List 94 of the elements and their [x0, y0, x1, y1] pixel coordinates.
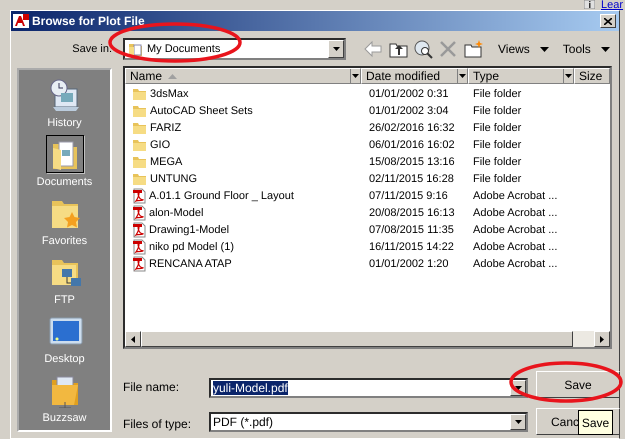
pdf-file-icon [132, 222, 146, 238]
table-cell-text: 20/08/2015 16:13 [368, 206, 456, 218]
caret-icon [332, 47, 340, 51]
file-name[interactable]: niko pd Model (1) [149, 240, 234, 252]
table-cell-text: Adobe Acrobat ... [472, 190, 558, 202]
caret-icon[interactable] [540, 46, 549, 52]
save-button[interactable]: Save [536, 371, 620, 398]
search-icon [412, 39, 434, 59]
table-cell-text: Adobe Acrobat ... [472, 224, 558, 236]
folder-icon [132, 103, 147, 118]
table-cell-text: 01/01/2002 0:31 [368, 88, 450, 100]
caret-icon [514, 386, 522, 390]
back-arrow-icon [362, 39, 384, 59]
file-name[interactable]: MEGA [150, 156, 182, 168]
pdf-file-icon [132, 238, 146, 254]
table-cell-text: File folder [472, 104, 522, 116]
table-cell-text: 01/01/2002 1:20 [368, 258, 450, 270]
column-header[interactable]: Type [468, 68, 574, 84]
info-icon [584, 0, 595, 9]
pdf-file-icon [132, 204, 146, 220]
toolbar-button[interactable] [462, 39, 484, 59]
file-name[interactable]: RENCANA ATAP [149, 258, 232, 270]
dropdown-value: PDF (*.pdf) [212, 414, 274, 428]
places-item[interactable]: FTP [24, 253, 104, 312]
folder-icon [132, 86, 147, 101]
column-header[interactable]: Date modified [361, 68, 468, 84]
save-in-dropdown[interactable]: My Documents [123, 38, 346, 60]
places-item[interactable]: History [24, 76, 104, 135]
scroll-right-button[interactable] [594, 331, 610, 347]
table-cell-text: 07/11/2015 9:16 [368, 190, 449, 202]
scrollbar-thumb[interactable] [141, 331, 573, 347]
file-name-field[interactable]: yuli-Model.pdf [209, 378, 528, 398]
scroll-left-button[interactable] [125, 331, 141, 347]
file-type-label: Files of type: [123, 416, 192, 430]
table-cell-text: Adobe Acrobat ... [472, 206, 558, 218]
file-name[interactable]: alon-Model [149, 206, 204, 218]
folder-icon [132, 171, 147, 186]
table-cell-text: File folder [472, 156, 522, 168]
file-name[interactable]: AutoCAD Sheet Sets [150, 104, 253, 116]
tools-menu[interactable]: Tools [562, 42, 591, 56]
table-cell-text: 06/01/2016 16:02 [368, 138, 456, 150]
documents-folder-icon [128, 41, 144, 57]
table-cell-text: 15/08/2015 13:16 [368, 156, 456, 168]
pdf-file-icon [132, 256, 146, 272]
table-cell-text: File folder [472, 122, 522, 134]
save-in-label: Save in: [71, 43, 112, 55]
caret-icon [514, 420, 522, 424]
table-cell-text: 16/11/2015 14:22 [368, 240, 455, 252]
right-arrow-icon [600, 336, 604, 342]
places-item[interactable]: Favorites [24, 194, 104, 253]
table-cell-text: File folder [472, 172, 522, 184]
folder-icon [132, 137, 147, 152]
table-cell-text: File folder [472, 88, 522, 100]
caret-icon[interactable] [565, 74, 572, 78]
file-name[interactable]: Drawing1-Model [149, 224, 230, 236]
column-header[interactable]: Name [125, 68, 361, 84]
learn-link[interactable]: Lear [601, 0, 625, 10]
file-name[interactable]: FARIZ [150, 122, 182, 134]
close-icon [604, 18, 612, 24]
views-menu[interactable]: Views [498, 42, 530, 56]
places-item[interactable]: Buzzsaw [24, 371, 104, 430]
table-cell-text: Adobe Acrobat ... [472, 258, 558, 270]
delete-icon [438, 39, 458, 59]
tooltip: Save [578, 410, 613, 435]
table-cell-text: 02/11/2015 16:28 [368, 172, 455, 184]
table-cell-text: File folder [472, 138, 522, 150]
close-button[interactable] [600, 14, 616, 28]
file-name[interactable]: UNTUNG [150, 172, 198, 184]
file-name[interactable]: A.01.1 Ground Floor _ Layout [149, 190, 294, 202]
file-type-dropdown[interactable]: PDF (*.pdf) [209, 412, 528, 432]
toolbar-button[interactable] [412, 39, 434, 59]
new-folder-icon [462, 39, 484, 59]
places-item[interactable]: Documents [24, 135, 104, 194]
file-name[interactable]: GIO [150, 138, 170, 150]
dropdown-arrow-button[interactable] [328, 40, 344, 58]
table-cell-text: Adobe Acrobat ... [472, 240, 558, 252]
file-name[interactable]: 3dsMax [150, 88, 189, 100]
dropdown-button[interactable] [510, 414, 526, 430]
table-cell-text: 01/01/2002 3:04 [368, 104, 450, 116]
left-arrow-icon [131, 336, 135, 342]
table-cell-text: 07/08/2015 11:35 [368, 224, 455, 236]
file-name-label: File name: [123, 378, 180, 394]
table-cell-text: 26/02/2016 16:32 [368, 122, 456, 134]
dropdown-value: My Documents [147, 43, 222, 55]
pdf-file-icon [132, 188, 146, 204]
caret-icon[interactable] [459, 74, 466, 78]
window-title: Browse for Plot File [32, 14, 146, 28]
caret-icon[interactable] [600, 46, 610, 52]
places-item[interactable]: Desktop [24, 312, 104, 371]
folder-icon [132, 120, 147, 135]
column-header[interactable]: Size [574, 68, 610, 84]
caret-icon[interactable] [352, 74, 359, 78]
app-icon [13, 14, 29, 28]
folder-icon [132, 154, 147, 169]
